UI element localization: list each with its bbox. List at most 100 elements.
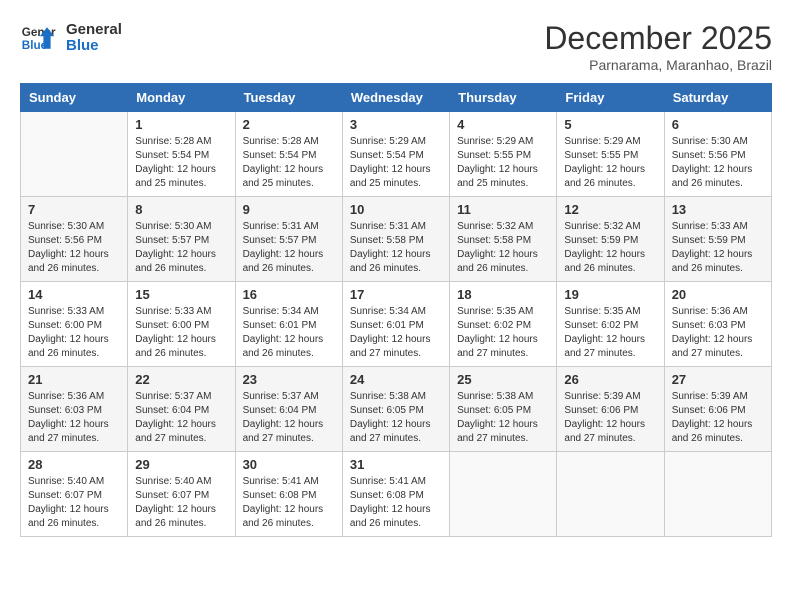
calendar-table: SundayMondayTuesdayWednesdayThursdayFrid… — [20, 83, 772, 537]
calendar-cell: 6 Sunrise: 5:30 AM Sunset: 5:56 PM Daylig… — [664, 112, 771, 197]
calendar-cell — [557, 452, 664, 537]
calendar-cell: 9 Sunrise: 5:31 AM Sunset: 5:57 PM Daylig… — [235, 197, 342, 282]
day-info: Sunrise: 5:34 AM Sunset: 6:01 PM Dayligh… — [350, 305, 442, 361]
day-info: Sunrise: 5:32 AM Sunset: 5:58 PM Dayligh… — [457, 220, 549, 276]
day-info: Sunrise: 5:30 AM Sunset: 5:56 PM Dayligh… — [28, 220, 120, 276]
column-header-tuesday: Tuesday — [235, 84, 342, 112]
calendar-week-row: 7Sunrise: 5:30 AM Sunset: 5:56 PM Daylig… — [21, 197, 772, 282]
calendar-cell: 1 Sunrise: 5:28 AM Sunset: 5:54 PM Daylig… — [128, 112, 235, 197]
day-number: 14 — [28, 287, 120, 302]
day-number: 13 — [672, 202, 764, 217]
calendar-cell: 24 Sunrise: 5:38 AM Sunset: 6:05 PM Dayli… — [342, 367, 449, 452]
calendar-cell — [664, 452, 771, 537]
day-info: Sunrise: 5:29 AM Sunset: 5:55 PM Dayligh… — [457, 135, 549, 191]
day-info: Sunrise: 5:40 AM Sunset: 6:07 PM Dayligh… — [135, 475, 227, 531]
day-info: Sunrise: 5:30 AM Sunset: 5:56 PM Dayligh… — [672, 135, 764, 191]
day-number: 2 — [243, 117, 335, 132]
day-info: Sunrise: 5:38 AM Sunset: 6:05 PM Dayligh… — [457, 390, 549, 446]
day-info: Sunrise: 5:33 AM Sunset: 6:00 PM Dayligh… — [28, 305, 120, 361]
day-number: 10 — [350, 202, 442, 217]
calendar-week-row: 14 Sunrise: 5:33 AM Sunset: 6:00 PM Dayli… — [21, 282, 772, 367]
calendar-cell: 13Sunrise: 5:33 AM Sunset: 5:59 PM Dayli… — [664, 197, 771, 282]
column-header-thursday: Thursday — [450, 84, 557, 112]
calendar-header-row: SundayMondayTuesdayWednesdayThursdayFrid… — [21, 84, 772, 112]
column-header-sunday: Sunday — [21, 84, 128, 112]
calendar-cell: 17 Sunrise: 5:34 AM Sunset: 6:01 PM Dayli… — [342, 282, 449, 367]
calendar-cell: 11 Sunrise: 5:32 AM Sunset: 5:58 PM Dayli… — [450, 197, 557, 282]
day-info: Sunrise: 5:32 AM Sunset: 5:59 PM Dayligh… — [564, 220, 656, 276]
calendar-cell: 21 Sunrise: 5:36 AM Sunset: 6:03 PM Dayli… — [21, 367, 128, 452]
day-number: 28 — [28, 457, 120, 472]
day-info: Sunrise: 5:28 AM Sunset: 5:54 PM Dayligh… — [135, 135, 227, 191]
calendar-cell: 2 Sunrise: 5:28 AM Sunset: 5:54 PM Daylig… — [235, 112, 342, 197]
day-info: Sunrise: 5:38 AM Sunset: 6:05 PM Dayligh… — [350, 390, 442, 446]
day-number: 15 — [135, 287, 227, 302]
day-number: 22 — [135, 372, 227, 387]
day-info: Sunrise: 5:39 AM Sunset: 6:06 PM Dayligh… — [672, 390, 764, 446]
calendar-cell: 10 Sunrise: 5:31 AM Sunset: 5:58 PM Dayli… — [342, 197, 449, 282]
day-info: Sunrise: 5:36 AM Sunset: 6:03 PM Dayligh… — [28, 390, 120, 446]
calendar-cell: 26Sunrise: 5:39 AM Sunset: 6:06 PM Dayli… — [557, 367, 664, 452]
column-header-saturday: Saturday — [664, 84, 771, 112]
day-number: 9 — [243, 202, 335, 217]
day-number: 16 — [243, 287, 335, 302]
calendar-cell: 16 Sunrise: 5:34 AM Sunset: 6:01 PM Dayli… — [235, 282, 342, 367]
calendar-cell: 22 Sunrise: 5:37 AM Sunset: 6:04 PM Dayli… — [128, 367, 235, 452]
day-number: 4 — [457, 117, 549, 132]
column-header-monday: Monday — [128, 84, 235, 112]
day-number: 5 — [564, 117, 656, 132]
day-info: Sunrise: 5:35 AM Sunset: 6:02 PM Dayligh… — [457, 305, 549, 361]
day-info: Sunrise: 5:37 AM Sunset: 6:04 PM Dayligh… — [135, 390, 227, 446]
day-number: 6 — [672, 117, 764, 132]
day-info: Sunrise: 5:39 AM Sunset: 6:06 PM Dayligh… — [564, 390, 656, 446]
logo: General Blue General Blue — [20, 20, 122, 56]
day-info: Sunrise: 5:31 AM Sunset: 5:57 PM Dayligh… — [243, 220, 335, 276]
day-number: 17 — [350, 287, 442, 302]
column-header-wednesday: Wednesday — [342, 84, 449, 112]
calendar-week-row: 21 Sunrise: 5:36 AM Sunset: 6:03 PM Dayli… — [21, 367, 772, 452]
day-number: 24 — [350, 372, 442, 387]
day-info: Sunrise: 5:30 AM Sunset: 5:57 PM Dayligh… — [135, 220, 227, 276]
calendar-cell: 27Sunrise: 5:39 AM Sunset: 6:06 PM Dayli… — [664, 367, 771, 452]
page-subtitle: Parnarama, Maranhao, Brazil — [544, 57, 772, 73]
calendar-cell: 20 Sunrise: 5:36 AM Sunset: 6:03 PM Dayli… — [664, 282, 771, 367]
day-number: 21 — [28, 372, 120, 387]
day-info: Sunrise: 5:36 AM Sunset: 6:03 PM Dayligh… — [672, 305, 764, 361]
logo-general: General — [66, 22, 122, 39]
day-number: 12 — [564, 202, 656, 217]
calendar-cell: 12 Sunrise: 5:32 AM Sunset: 5:59 PM Dayli… — [557, 197, 664, 282]
calendar-cell: 14 Sunrise: 5:33 AM Sunset: 6:00 PM Dayli… — [21, 282, 128, 367]
day-number: 1 — [135, 117, 227, 132]
calendar-cell: 19Sunrise: 5:35 AM Sunset: 6:02 PM Dayli… — [557, 282, 664, 367]
day-info: Sunrise: 5:31 AM Sunset: 5:58 PM Dayligh… — [350, 220, 442, 276]
day-info: Sunrise: 5:37 AM Sunset: 6:04 PM Dayligh… — [243, 390, 335, 446]
day-number: 30 — [243, 457, 335, 472]
calendar-cell: 28 Sunrise: 5:40 AM Sunset: 6:07 PM Dayli… — [21, 452, 128, 537]
day-number: 3 — [350, 117, 442, 132]
calendar-cell — [450, 452, 557, 537]
logo-blue: Blue — [66, 38, 122, 55]
page-title: December 2025 — [544, 20, 772, 57]
day-info: Sunrise: 5:28 AM Sunset: 5:54 PM Dayligh… — [243, 135, 335, 191]
calendar-cell: 29 Sunrise: 5:40 AM Sunset: 6:07 PM Dayli… — [128, 452, 235, 537]
day-number: 23 — [243, 372, 335, 387]
day-number: 19 — [564, 287, 656, 302]
calendar-cell: 4 Sunrise: 5:29 AM Sunset: 5:55 PM Daylig… — [450, 112, 557, 197]
column-header-friday: Friday — [557, 84, 664, 112]
day-info: Sunrise: 5:29 AM Sunset: 5:54 PM Dayligh… — [350, 135, 442, 191]
day-info: Sunrise: 5:40 AM Sunset: 6:07 PM Dayligh… — [28, 475, 120, 531]
day-number: 31 — [350, 457, 442, 472]
title-block: December 2025 Parnarama, Maranhao, Brazi… — [544, 20, 772, 73]
calendar-cell: 3 Sunrise: 5:29 AM Sunset: 5:54 PM Daylig… — [342, 112, 449, 197]
day-number: 29 — [135, 457, 227, 472]
day-number: 11 — [457, 202, 549, 217]
calendar-week-row: 1 Sunrise: 5:28 AM Sunset: 5:54 PM Daylig… — [21, 112, 772, 197]
day-info: Sunrise: 5:41 AM Sunset: 6:08 PM Dayligh… — [350, 475, 442, 531]
calendar-cell: 31 Sunrise: 5:41 AM Sunset: 6:08 PM Dayli… — [342, 452, 449, 537]
day-number: 20 — [672, 287, 764, 302]
day-info: Sunrise: 5:41 AM Sunset: 6:08 PM Dayligh… — [243, 475, 335, 531]
calendar-week-row: 28 Sunrise: 5:40 AM Sunset: 6:07 PM Dayli… — [21, 452, 772, 537]
day-info: Sunrise: 5:29 AM Sunset: 5:55 PM Dayligh… — [564, 135, 656, 191]
calendar-cell: 15Sunrise: 5:33 AM Sunset: 6:00 PM Dayli… — [128, 282, 235, 367]
day-info: Sunrise: 5:34 AM Sunset: 6:01 PM Dayligh… — [243, 305, 335, 361]
